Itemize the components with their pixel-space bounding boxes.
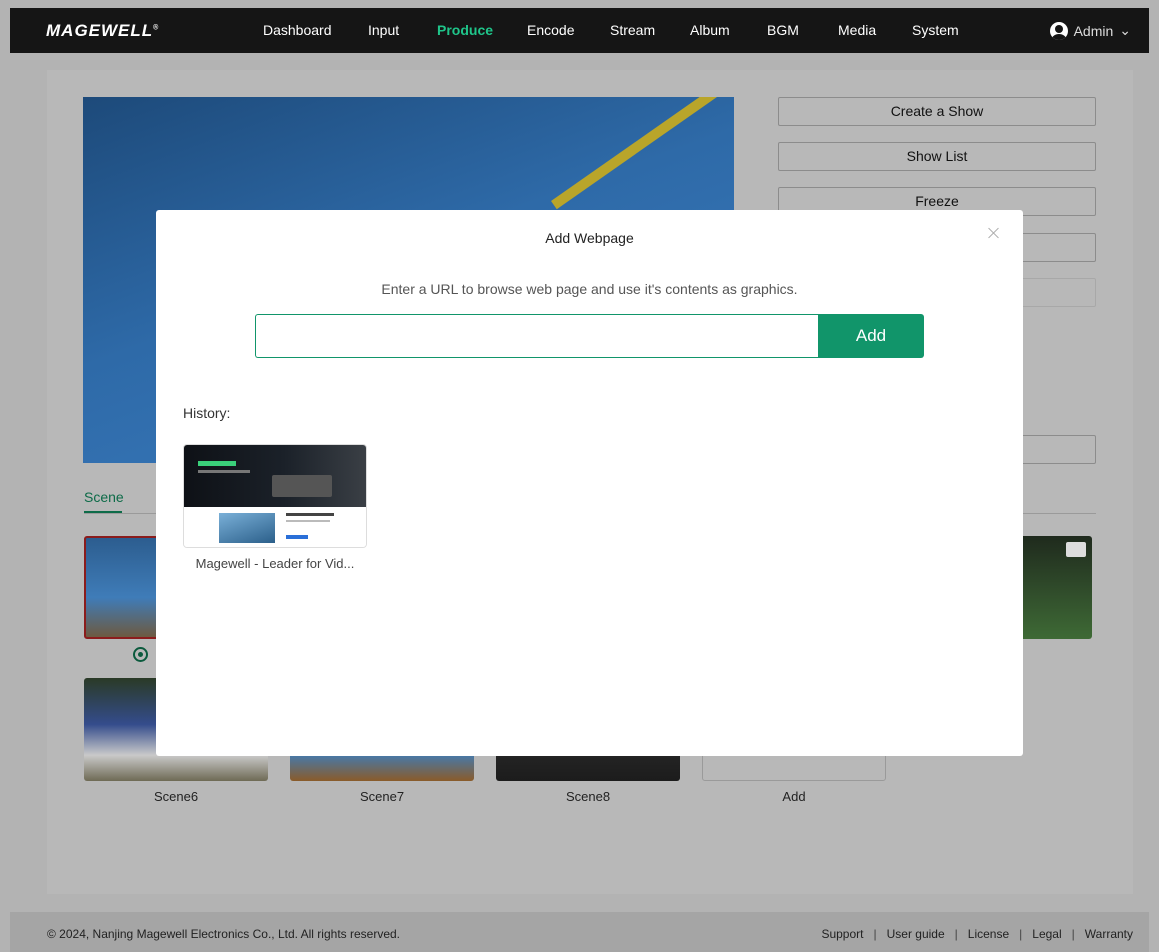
footer-link-legal[interactable]: Legal — [1032, 927, 1061, 941]
nav-system[interactable]: System — [912, 8, 959, 53]
nav-stream[interactable]: Stream — [610, 8, 655, 53]
webpage-preview-thumbnail — [184, 445, 366, 507]
nav-album[interactable]: Album — [690, 8, 730, 53]
scene-label: Scene8 — [565, 789, 611, 804]
user-menu[interactable]: Admin ⌄ — [1049, 8, 1131, 53]
copyright-text: © 2024, Nanjing Magewell Electronics Co.… — [47, 927, 401, 941]
footer-link-support[interactable]: Support — [821, 927, 863, 941]
image-icon — [1066, 542, 1086, 557]
add-scene-label: Add — [782, 789, 806, 804]
scene-label: Scene7 — [359, 789, 405, 804]
footer-separator: | — [954, 927, 958, 941]
magewell-logo[interactable]: MAGEWELL® — [46, 21, 159, 41]
footer-link-license[interactable]: License — [968, 927, 1009, 941]
add-webpage-dialog: Add Webpage Enter a URL to browse web pa… — [156, 210, 1023, 756]
footer-separator: | — [1071, 927, 1075, 941]
create-show-button[interactable]: Create a Show — [778, 97, 1096, 126]
nav-input[interactable]: Input — [368, 8, 399, 53]
show-list-button[interactable]: Show List — [778, 142, 1096, 171]
user-avatar-icon — [1049, 21, 1068, 40]
live-indicator-icon — [133, 647, 148, 662]
footer-link-warranty[interactable]: Warranty — [1085, 927, 1133, 941]
nav-media[interactable]: Media — [838, 8, 876, 53]
footer-separator: | — [873, 927, 877, 941]
footer: © 2024, Nanjing Magewell Electronics Co.… — [10, 912, 1149, 952]
user-name: Admin — [1073, 22, 1114, 39]
dialog-description: Enter a URL to browse web page and use i… — [381, 281, 798, 297]
chevron-down-icon: ⌄ — [1119, 22, 1131, 38]
history-item[interactable] — [183, 444, 367, 548]
tab-scene[interactable]: Scene — [84, 489, 124, 505]
nav-dashboard[interactable]: Dashboard — [263, 8, 332, 53]
footer-separator: | — [1019, 927, 1023, 941]
nav-bgm[interactable]: BGM — [767, 8, 799, 53]
nav-produce[interactable]: Produce — [437, 8, 493, 53]
add-url-button[interactable]: Add — [818, 314, 924, 358]
nav-encode[interactable]: Encode — [527, 8, 574, 53]
url-input[interactable] — [255, 314, 821, 358]
top-navbar: MAGEWELL® Dashboard Input Produce Encode… — [10, 8, 1149, 53]
scene-label: Scene6 — [153, 789, 199, 804]
close-icon[interactable] — [987, 226, 1001, 240]
footer-link-user-guide[interactable]: User guide — [887, 927, 945, 941]
history-label: History: — [183, 405, 231, 421]
history-item-title[interactable]: Magewell - Leader for Vid... — [183, 556, 367, 571]
dialog-title: Add Webpage — [545, 230, 634, 246]
